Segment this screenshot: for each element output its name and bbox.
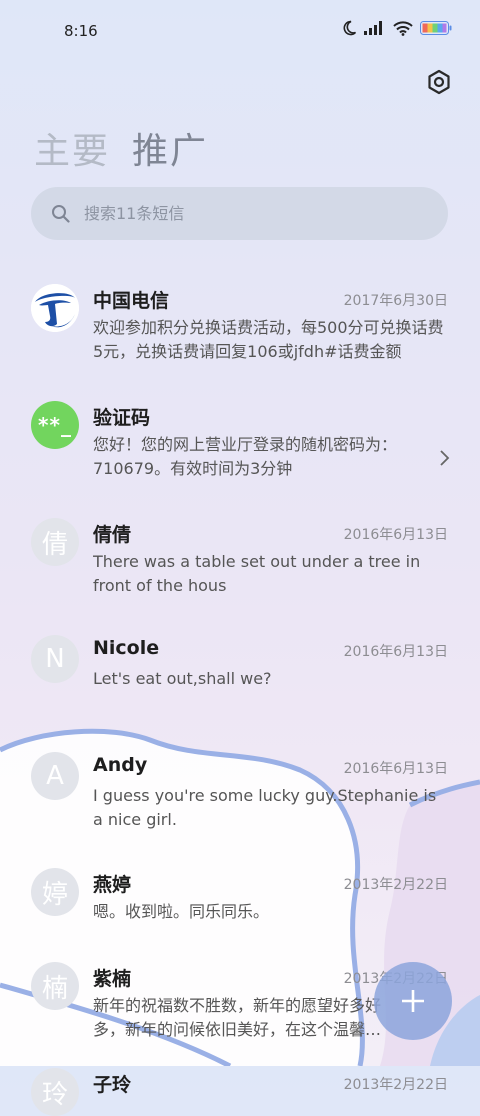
- message-date: 2017年6月30日: [343, 293, 448, 309]
- search-icon: [52, 205, 70, 223]
- message-preview: There was a table set out under a tree i…: [93, 552, 421, 595]
- message-sender: Nicole: [93, 637, 160, 659]
- tab-promotions[interactable]: 推广: [132, 122, 208, 174]
- message-row[interactable]: 中国电信 2017年6月30日 欢迎参加积分兑换话费活动，每500分可兑换话费5…: [0, 270, 480, 387]
- avatar: A: [31, 752, 79, 800]
- message-sender: 紫楠: [93, 968, 132, 990]
- message-date: 2016年6月13日: [343, 644, 448, 660]
- avatar: 楠: [31, 962, 79, 1010]
- avatar: 倩: [31, 518, 79, 566]
- message-date: 2016年6月13日: [343, 527, 448, 543]
- message-date: 2016年6月13日: [343, 761, 448, 777]
- wifi-icon: [393, 20, 413, 36]
- message-preview: Let's eat out,shall we?: [93, 669, 272, 688]
- avatar: 玲: [31, 1068, 79, 1116]
- compose-button[interactable]: [374, 962, 452, 1040]
- plus-icon: [402, 990, 424, 1012]
- chevron-right-icon[interactable]: [438, 449, 450, 467]
- message-sender: 倩倩: [93, 524, 132, 546]
- message-sender: 燕婷: [93, 874, 132, 896]
- message-sender: 验证码: [93, 407, 151, 429]
- tab-primary[interactable]: 主要: [34, 122, 110, 174]
- search-input[interactable]: [82, 203, 406, 224]
- gear-icon[interactable]: [426, 69, 452, 95]
- message-preview: 新年的祝福数不胜数，新年的愿望好多好多，新年的问候依旧美好，在这个温馨的节日里: [93, 996, 382, 1039]
- status-icons: [341, 20, 452, 36]
- message-row[interactable]: **_ 验证码 您好！您的网上营业厅登录的随机密码为：710679。有效时间为3…: [0, 387, 480, 504]
- search-bar[interactable]: [31, 187, 448, 240]
- avatar: 婷: [31, 868, 79, 916]
- message-row[interactable]: 倩 倩倩 2016年6月13日 There was a table set ou…: [0, 504, 480, 621]
- message-sender: 子玲: [93, 1074, 132, 1096]
- status-time: 8:16: [64, 22, 98, 40]
- message-preview: I guess you're some lucky guy.Stephanie …: [93, 786, 437, 829]
- message-date: 2013年2月22日: [343, 877, 448, 893]
- message-preview: 您好！您的网上营业厅登录的随机密码为：710679。有效时间为3分钟: [93, 435, 398, 478]
- message-row[interactable]: N Nicole 2016年6月13日 Let's eat out,shall …: [0, 621, 480, 738]
- status-bar: 8:16: [0, 0, 480, 62]
- tab-bar: 主要 推广: [34, 122, 208, 174]
- china-telecom-logo-icon: [31, 284, 79, 332]
- signal-icon: [364, 21, 382, 35]
- message-preview: 欢迎参加积分兑换话费活动，每500分可兑换话费5元，兑换话费请回复106或jfd…: [93, 318, 444, 361]
- moon-icon: [343, 20, 357, 36]
- message-row[interactable]: 玲 子玲 2013年2月22日: [0, 1054, 480, 1116]
- message-sender: Andy: [93, 754, 148, 776]
- message-preview: 嗯。收到啦。同乐同乐。: [93, 902, 270, 921]
- verification-code-avatar: **_: [31, 401, 79, 449]
- message-sender: 中国电信: [93, 290, 170, 312]
- avatar: N: [31, 635, 79, 683]
- message-date: 2013年2月22日: [343, 1077, 448, 1093]
- message-row[interactable]: A Andy 2016年6月13日 I guess you're some lu…: [0, 738, 480, 832]
- battery-icon: [420, 21, 452, 35]
